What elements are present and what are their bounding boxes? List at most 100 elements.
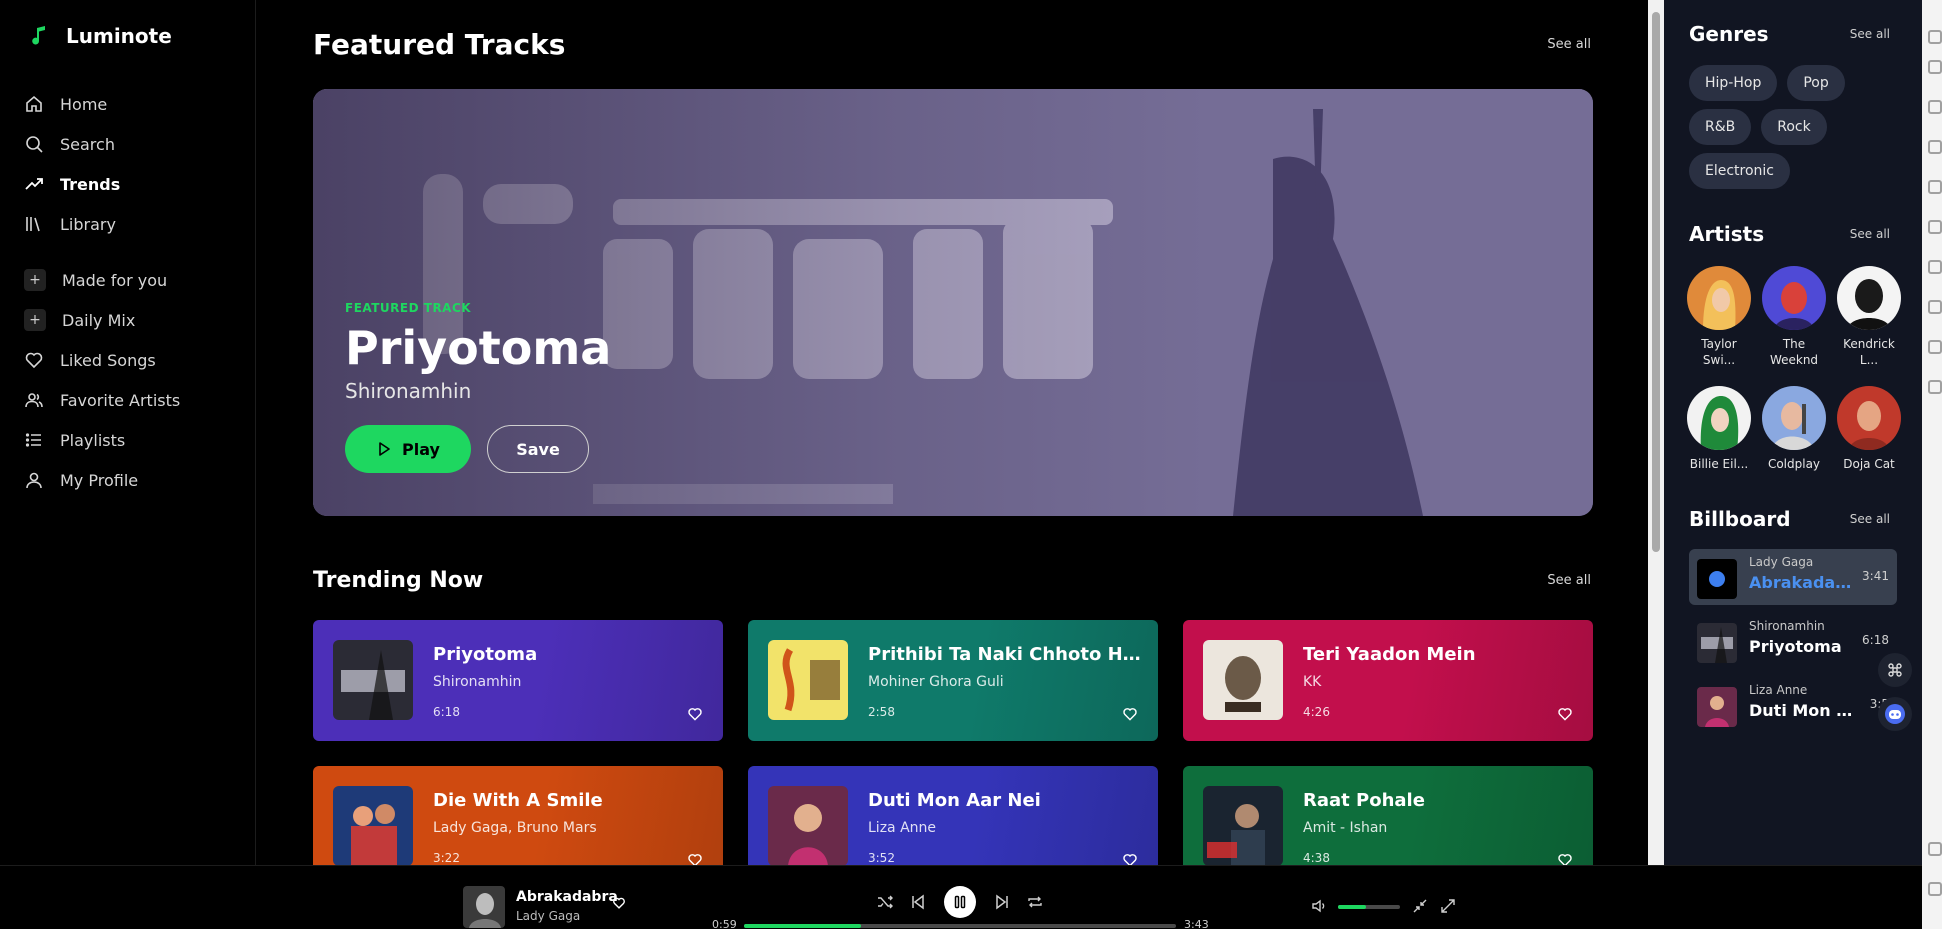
genre-chip[interactable]: Pop xyxy=(1787,65,1845,101)
next-icon[interactable] xyxy=(994,894,1010,910)
toolbar-icon[interactable] xyxy=(1928,300,1942,314)
artist-item[interactable]: Doja Cat xyxy=(1834,386,1904,472)
toolbar-icon[interactable] xyxy=(1928,30,1942,44)
toolbar-icon[interactable] xyxy=(1928,180,1942,194)
toolbar-icon[interactable] xyxy=(1928,260,1942,274)
genre-chip[interactable]: Electronic xyxy=(1689,153,1791,189)
genre-chip[interactable]: Rock xyxy=(1761,109,1827,145)
volume-icon[interactable] xyxy=(1311,898,1327,914)
volume-slider[interactable] xyxy=(1338,905,1400,909)
track-artwork xyxy=(768,786,848,865)
shuffle-icon[interactable] xyxy=(877,894,893,910)
nav-liked-songs[interactable]: Liked Songs xyxy=(24,340,244,380)
featured-heading: Featured Tracks xyxy=(313,28,566,61)
brand[interactable]: Luminote xyxy=(30,24,172,48)
track-title: Priyotoma xyxy=(433,644,538,665)
nav-daily-mix[interactable]: + Daily Mix xyxy=(24,300,244,340)
featured-see-all-link[interactable]: See all xyxy=(1547,37,1591,52)
toolbar-icon[interactable] xyxy=(1928,340,1942,354)
genres-see-all-link[interactable]: See all xyxy=(1850,27,1890,41)
artist-name-line: Coldplay xyxy=(1767,457,1821,471)
primary-nav: Home Search Trends Library xyxy=(24,84,244,244)
billboard-duration: 3:41 xyxy=(1862,569,1889,583)
genres-heading: Genres xyxy=(1689,22,1769,46)
nav-search[interactable]: Search xyxy=(24,124,244,164)
featured-label: FEATURED TRACK xyxy=(345,301,472,315)
pause-button[interactable] xyxy=(944,886,976,918)
billboard-title: Duti Mon A... xyxy=(1749,701,1859,720)
track-card[interactable]: Duti Mon Aar Nei Liza Anne 3:52 xyxy=(748,766,1158,865)
main-scrollbar[interactable] xyxy=(1648,0,1664,865)
minimize-icon[interactable] xyxy=(1412,898,1428,914)
heart-icon[interactable] xyxy=(1122,706,1138,722)
nav-trends[interactable]: Trends xyxy=(24,164,244,204)
nav-trends-label: Trends xyxy=(60,174,121,194)
nav-playlists[interactable]: Playlists xyxy=(24,420,244,460)
artist-item[interactable]: Taylor Swi... xyxy=(1684,266,1754,368)
apps-grid-button[interactable] xyxy=(1878,653,1912,687)
track-duration: 3:22 xyxy=(433,851,460,865)
save-button[interactable]: Save xyxy=(487,425,589,473)
toolbar-icon[interactable] xyxy=(1928,380,1942,394)
track-card[interactable]: Teri Yaadon Mein KK 4:26 xyxy=(1183,620,1593,741)
heart-icon[interactable] xyxy=(687,852,703,865)
artists-see-all-link[interactable]: See all xyxy=(1850,227,1890,241)
repeat-icon[interactable] xyxy=(1027,894,1043,910)
trending-see-all-link[interactable]: See all xyxy=(1547,573,1591,588)
scrollbar-thumb[interactable] xyxy=(1652,12,1660,552)
heart-icon[interactable] xyxy=(612,896,626,910)
billboard-item[interactable]: Shironamhin Priyotoma 6:18 xyxy=(1689,613,1897,669)
billboard-see-all-link[interactable]: See all xyxy=(1850,512,1890,526)
billboard-artwork xyxy=(1697,559,1737,599)
billboard-title: Priyotoma xyxy=(1749,637,1842,656)
toolbar-icon[interactable] xyxy=(1928,140,1942,154)
settings-icon[interactable] xyxy=(1928,882,1942,896)
nav-favorite-artists[interactable]: Favorite Artists xyxy=(24,380,244,420)
heart-icon[interactable] xyxy=(687,706,703,722)
featured-title: Priyotoma xyxy=(345,321,612,375)
nav-made-for-you[interactable]: + Made for you xyxy=(24,260,244,300)
genre-chip[interactable]: R&B xyxy=(1689,109,1752,145)
artist-item[interactable]: Billie Eil... xyxy=(1684,386,1754,472)
heart-icon[interactable] xyxy=(1557,852,1573,865)
billboard-artwork xyxy=(1697,687,1737,727)
heart-icon[interactable] xyxy=(1557,706,1573,722)
assistant-button[interactable] xyxy=(1878,697,1912,731)
play-button[interactable]: Play xyxy=(345,425,471,473)
progress-fill xyxy=(744,924,861,928)
secondary-nav: + Made for you + Daily Mix Liked Songs F… xyxy=(24,260,244,500)
artist-item[interactable]: Kendrick L... xyxy=(1834,266,1904,368)
nav-daily-mix-label: Daily Mix xyxy=(62,310,136,330)
home-icon xyxy=(26,95,42,112)
toolbar-icon[interactable] xyxy=(1928,842,1942,856)
track-card[interactable]: Priyotoma Shironamhin 6:18 xyxy=(313,620,723,741)
heart-icon[interactable] xyxy=(1122,852,1138,865)
billboard-item[interactable]: Liza Anne Duti Mon A... 3:5 xyxy=(1689,677,1897,733)
artist-name-line: Billie Eil... xyxy=(1689,457,1749,471)
track-artist: Lady Gaga, Bruno Mars xyxy=(433,820,597,836)
featured-hero-banner[interactable]: FEATURED TRACK Priyotoma Shironamhin Pla… xyxy=(313,89,1593,516)
track-title: Duti Mon Aar Nei xyxy=(868,790,1041,811)
nav-home[interactable]: Home xyxy=(24,84,244,124)
track-card[interactable]: Die With A Smile Lady Gaga, Bruno Mars 3… xyxy=(313,766,723,865)
fullscreen-icon[interactable] xyxy=(1440,898,1456,914)
progress-bar[interactable] xyxy=(744,924,1176,928)
nav-my-profile[interactable]: My Profile xyxy=(24,460,244,500)
artist-name-line: Swi... xyxy=(1702,353,1736,367)
toolbar-icon[interactable] xyxy=(1928,100,1942,114)
track-card[interactable]: Prithibi Ta Naki Chhoto Hote Hote Mohine… xyxy=(748,620,1158,741)
previous-icon[interactable] xyxy=(910,894,926,910)
billboard-item[interactable]: Lady Gaga Abrakadabra 3:41 xyxy=(1689,549,1897,605)
nav-library[interactable]: Library xyxy=(24,204,244,244)
track-title: Prithibi Ta Naki Chhoto Hote Hote xyxy=(868,644,1144,665)
artists-header: Artists See all xyxy=(1689,222,1890,246)
toolbar-icon[interactable] xyxy=(1928,60,1942,74)
track-card[interactable]: Raat Pohale Amit - Ishan 4:38 xyxy=(1183,766,1593,865)
genre-chip[interactable]: Hip-Hop xyxy=(1689,65,1778,101)
toolbar-icon[interactable] xyxy=(1928,220,1942,234)
now-playing-artist: Lady Gaga xyxy=(516,909,581,923)
now-playing-title: Abrakadabra xyxy=(516,889,618,905)
nav-made-for-you-label: Made for you xyxy=(62,270,168,290)
artist-item[interactable]: Coldplay xyxy=(1759,386,1829,472)
artist-item[interactable]: The Weeknd xyxy=(1759,266,1829,368)
